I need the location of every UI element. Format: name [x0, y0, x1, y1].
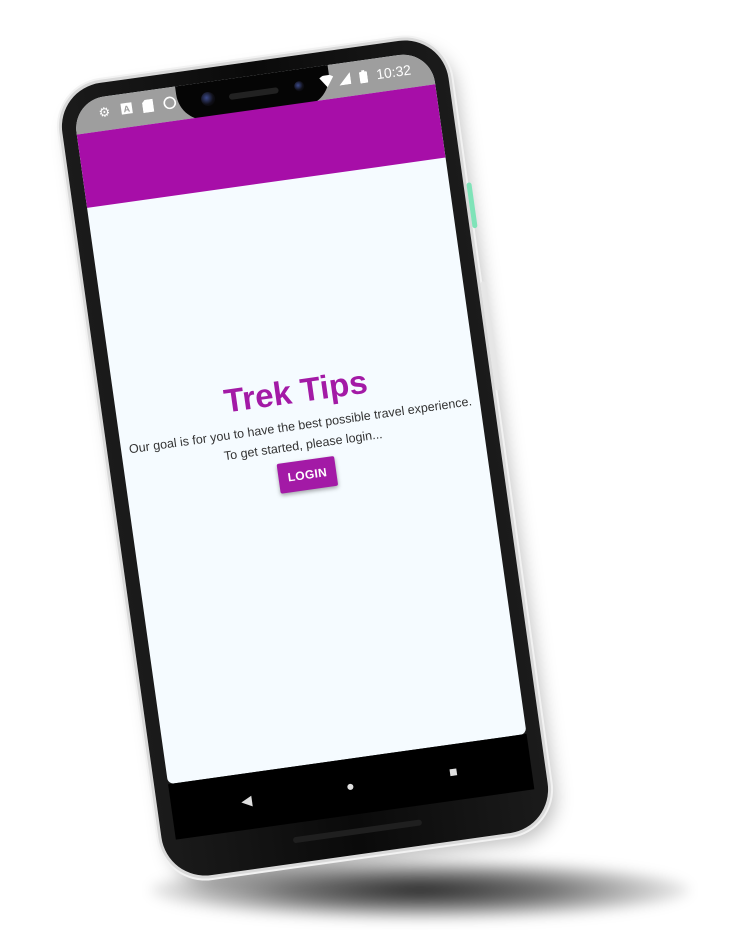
status-right-icons: 10:32 [319, 62, 412, 91]
front-sensor-icon [293, 80, 305, 92]
status-left-icons: ⚙ A [97, 96, 177, 120]
home-icon[interactable]: ● [345, 777, 356, 794]
signal-icon [338, 71, 353, 86]
wifi-icon [319, 74, 334, 89]
battery-icon [357, 69, 372, 84]
login-button[interactable]: LOGIN [276, 455, 338, 494]
a-icon: A [119, 102, 134, 117]
status-time: 10:32 [375, 61, 413, 83]
recents-icon[interactable]: ■ [448, 763, 459, 780]
circle-icon [162, 96, 177, 111]
sd-card-icon [141, 98, 156, 114]
front-camera-icon [200, 91, 216, 107]
speaker-grille [228, 87, 279, 101]
phone-device: ⚙ A 10:32 Trek Tips Our goal is for you … [56, 34, 554, 882]
scene: ⚙ A 10:32 Trek Tips Our goal is for you … [0, 0, 738, 930]
back-icon[interactable]: ◀ [240, 792, 253, 809]
gear-icon: ⚙ [97, 103, 112, 121]
main-content: Trek Tips Our goal is for you to have th… [114, 348, 489, 515]
